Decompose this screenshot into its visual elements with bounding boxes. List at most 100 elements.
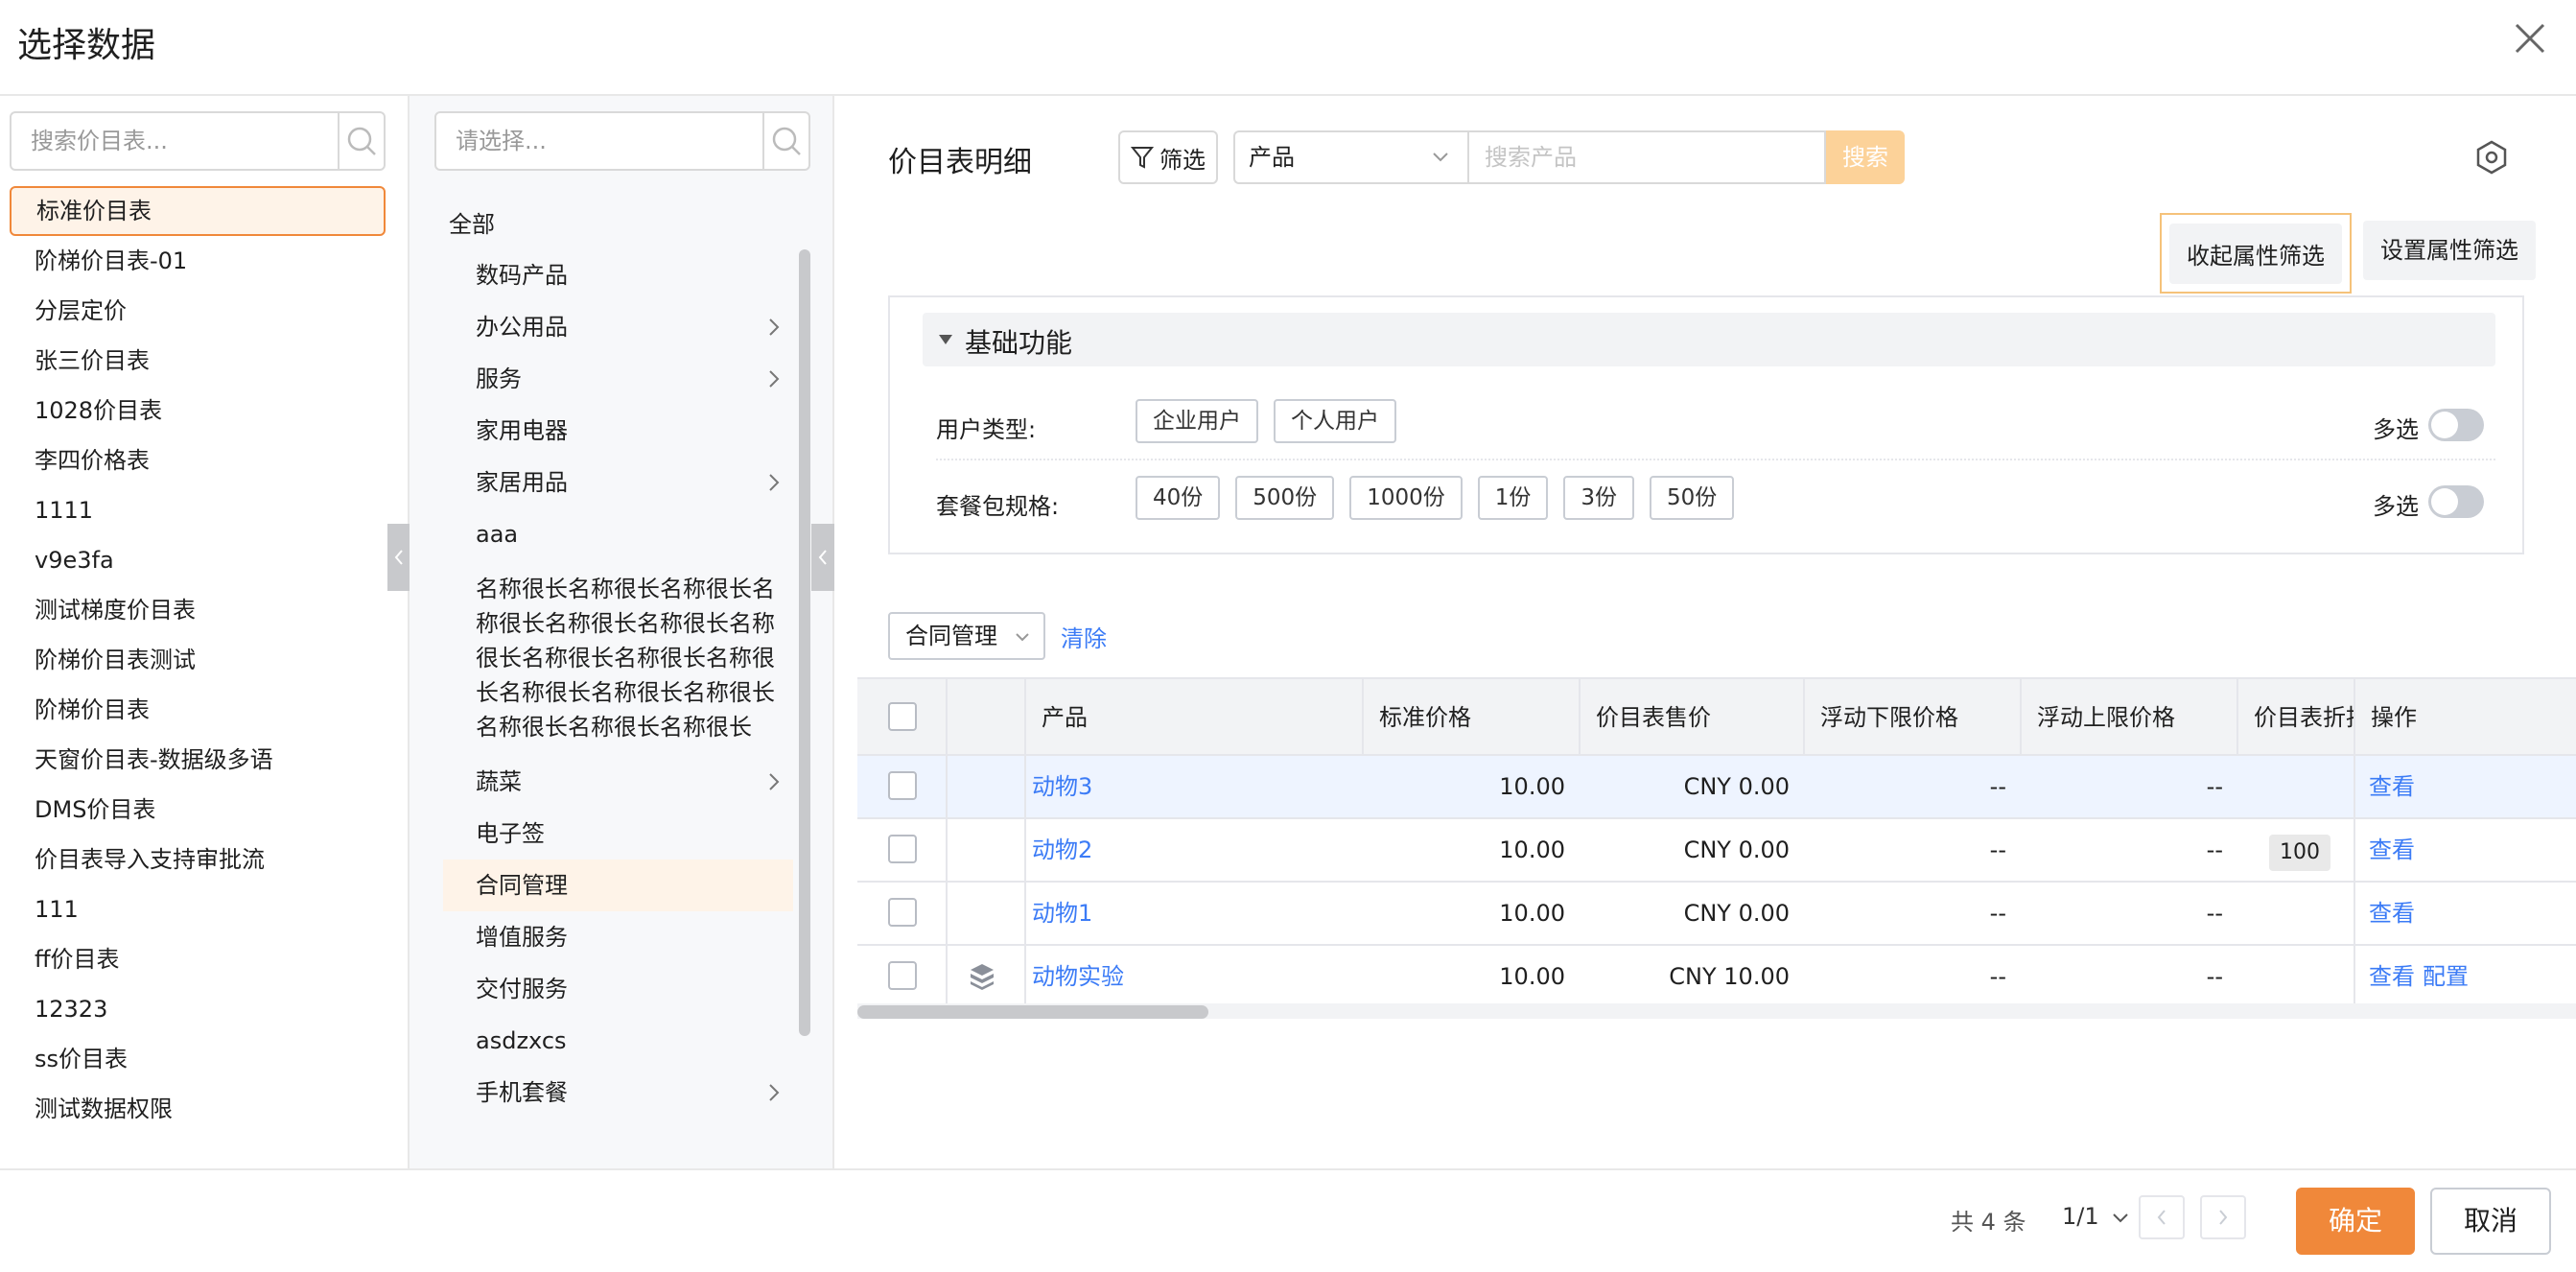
row-action-link[interactable]: 查看 bbox=[2369, 946, 2415, 1007]
next-page-button[interactable] bbox=[2200, 1195, 2246, 1239]
filter-tag[interactable]: 3份 bbox=[1563, 476, 1635, 520]
page-select[interactable]: 1/1 bbox=[2062, 1203, 2129, 1230]
price-list-search-input[interactable] bbox=[12, 113, 338, 169]
section-header[interactable]: 基础功能 bbox=[923, 313, 2495, 366]
column-header-high-price[interactable]: 浮动上限价格 bbox=[2022, 679, 2238, 756]
product-link[interactable]: 动物3 bbox=[1032, 756, 1092, 817]
price-list-item[interactable]: 天窗价目表-数据级多语 bbox=[10, 735, 386, 785]
set-attr-filter-button[interactable]: 设置属性筛选 bbox=[2363, 221, 2536, 280]
filter-tag[interactable]: 企业用户 bbox=[1136, 399, 1258, 443]
price-list-item[interactable]: 张三价目表 bbox=[10, 336, 386, 386]
multi-select-toggle[interactable] bbox=[2428, 409, 2484, 441]
price-list-item[interactable]: 测试数据权限 bbox=[10, 1084, 386, 1134]
price-list-search-button[interactable] bbox=[338, 113, 384, 169]
chevron-right-icon[interactable] bbox=[764, 317, 784, 338]
category-item[interactable]: 办公用品 bbox=[443, 301, 793, 353]
category-filter-select[interactable]: 合同管理 bbox=[888, 612, 1045, 660]
chevron-left-icon bbox=[394, 550, 403, 565]
category-item[interactable]: 增值服务 bbox=[443, 911, 793, 963]
cancel-button[interactable]: 取消 bbox=[2430, 1188, 2551, 1255]
search-icon bbox=[347, 127, 376, 155]
category-item[interactable]: asdzxcs bbox=[443, 1015, 793, 1067]
product-search-input[interactable] bbox=[1467, 130, 1826, 184]
price-list-item[interactable]: 阶梯价目表 bbox=[10, 685, 386, 735]
column-header-sale-price[interactable]: 价目表售价 bbox=[1581, 679, 1805, 756]
price-list-item[interactable]: 111 bbox=[10, 884, 386, 934]
confirm-button[interactable]: 确定 bbox=[2296, 1188, 2415, 1255]
filter-tag[interactable]: 个人用户 bbox=[1274, 399, 1396, 443]
price-list-item[interactable]: v9e3fa bbox=[10, 535, 386, 585]
chevron-right-icon[interactable] bbox=[764, 368, 784, 389]
std-price-cell: 10.00 bbox=[1499, 900, 1565, 927]
category-item[interactable]: 名称很长名称很长名称很长名称很长名称很长名称很长名称很长名称很长名称很长名称很长… bbox=[443, 560, 784, 756]
price-list-item[interactable]: 阶梯价目表-01 bbox=[10, 236, 386, 286]
price-list-item[interactable]: 1028价目表 bbox=[10, 386, 386, 436]
chevron-right-icon[interactable] bbox=[764, 472, 784, 493]
product-link[interactable]: 动物1 bbox=[1032, 883, 1092, 944]
column-header-discount[interactable]: 价目表折扣 bbox=[2238, 679, 2355, 756]
price-list-item[interactable]: 1111 bbox=[10, 485, 386, 535]
price-list-item[interactable]: 标准价目表 bbox=[10, 186, 386, 236]
price-list-item[interactable]: ff价目表 bbox=[10, 934, 386, 984]
low-price-cell: -- bbox=[1989, 773, 2006, 800]
row-action-link[interactable]: 查看 bbox=[2369, 883, 2415, 944]
price-list-item[interactable]: ss价目表 bbox=[10, 1034, 386, 1084]
multi-select-toggle[interactable] bbox=[2428, 485, 2484, 518]
column-divider bbox=[946, 883, 948, 944]
row-checkbox[interactable] bbox=[888, 835, 917, 863]
product-link[interactable]: 动物2 bbox=[1032, 819, 1092, 881]
category-item[interactable]: 服务 bbox=[443, 353, 793, 405]
table-header: 产品 标准价格 价目表售价 浮动下限价格 浮动上限价格 价目表折扣 操作 bbox=[857, 677, 2576, 756]
category-item[interactable]: 蔬菜 bbox=[443, 756, 793, 808]
page-value: 1/1 bbox=[2062, 1203, 2099, 1230]
price-list-item[interactable]: 分层定价 bbox=[10, 286, 386, 336]
settings-button[interactable] bbox=[2471, 136, 2513, 178]
row-checkbox[interactable] bbox=[888, 898, 917, 927]
chevron-right-icon[interactable] bbox=[764, 771, 784, 792]
price-list-item[interactable]: 阶梯价目表测试 bbox=[10, 635, 386, 685]
price-list-item[interactable]: 12323 bbox=[10, 984, 386, 1034]
column-header-product[interactable]: 产品 bbox=[1026, 679, 1364, 756]
category-root[interactable]: 全部 bbox=[443, 200, 793, 249]
category-item[interactable]: 数码产品 bbox=[443, 249, 793, 301]
category-item[interactable]: 电子签 bbox=[443, 808, 793, 860]
horizontal-scroll-thumb[interactable] bbox=[857, 1005, 1208, 1019]
row-action-link[interactable]: 配置 bbox=[2423, 946, 2469, 1007]
filter-tag[interactable]: 50份 bbox=[1650, 476, 1735, 520]
price-list-item[interactable]: 李四价格表 bbox=[10, 436, 386, 485]
price-list-item[interactable]: 价目表导入支持审批流 bbox=[10, 835, 386, 884]
column-header-low-price[interactable]: 浮动下限价格 bbox=[1805, 679, 2022, 756]
row-action-link[interactable]: 查看 bbox=[2369, 756, 2415, 817]
category-item[interactable]: 交付服务 bbox=[443, 963, 793, 1015]
filter-button[interactable]: 筛选 bbox=[1118, 130, 1218, 184]
category-item[interactable]: 家居用品 bbox=[443, 457, 793, 508]
prev-page-button[interactable] bbox=[2139, 1195, 2185, 1239]
filter-tag[interactable]: 40份 bbox=[1136, 476, 1221, 520]
category-search-button[interactable] bbox=[762, 113, 808, 169]
product-link[interactable]: 动物实验 bbox=[1032, 946, 1124, 1007]
search-button[interactable]: 搜索 bbox=[1826, 130, 1905, 184]
filter-tag[interactable]: 1000份 bbox=[1349, 476, 1463, 520]
chevron-right-icon[interactable] bbox=[764, 1082, 784, 1103]
category-item[interactable]: aaa bbox=[443, 508, 793, 560]
clear-filter-link[interactable]: 清除 bbox=[1061, 620, 1107, 653]
price-list-item[interactable]: DMS价目表 bbox=[10, 785, 386, 835]
filter-tag[interactable]: 1份 bbox=[1477, 476, 1549, 520]
category-item[interactable]: 家用电器 bbox=[443, 405, 793, 457]
category-item[interactable]: 合同管理 bbox=[443, 860, 793, 911]
row-action-link[interactable]: 查看 bbox=[2369, 819, 2415, 881]
filter-tag[interactable]: 500份 bbox=[1235, 476, 1335, 520]
row-checkbox[interactable] bbox=[888, 961, 917, 990]
category-scrollbar[interactable] bbox=[799, 249, 810, 1036]
select-all-checkbox[interactable] bbox=[888, 702, 917, 731]
category-search-input[interactable] bbox=[436, 113, 762, 169]
category-item[interactable]: 手机套餐 bbox=[443, 1067, 793, 1119]
price-list-item[interactable]: 测试梯度价目表 bbox=[10, 585, 386, 635]
field-select[interactable]: 产品 bbox=[1233, 130, 1467, 184]
close-button[interactable] bbox=[2509, 17, 2551, 59]
price-list-collapse-handle[interactable] bbox=[387, 524, 410, 591]
category-collapse-handle[interactable] bbox=[811, 524, 834, 591]
column-header-std-price[interactable]: 标准价格 bbox=[1364, 679, 1581, 756]
row-checkbox[interactable] bbox=[888, 771, 917, 800]
collapse-attr-filter-button[interactable]: 收起属性筛选 bbox=[2160, 213, 2352, 294]
